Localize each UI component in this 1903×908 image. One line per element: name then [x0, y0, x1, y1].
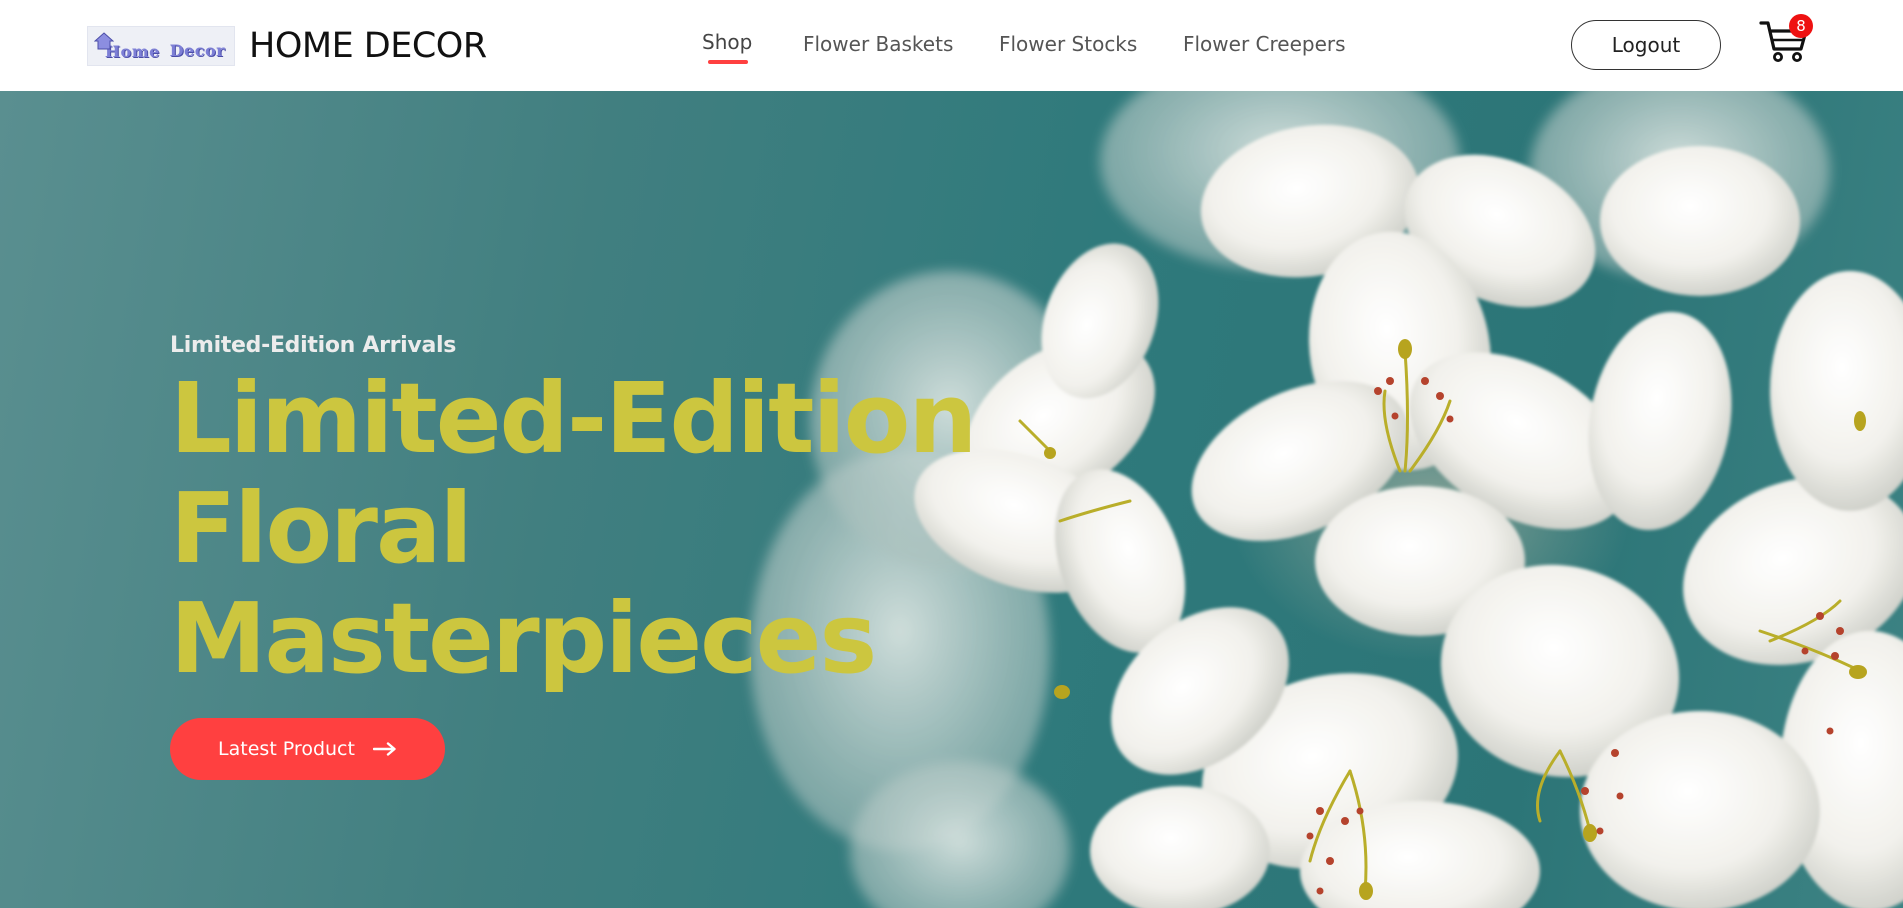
- arrow-right-icon: [372, 742, 396, 756]
- cta-label: Latest Product: [218, 738, 355, 760]
- nav-item-flower-stocks[interactable]: Flower Stocks: [999, 32, 1137, 56]
- hero-content: Limited-Edition Arrivals Limited-Edition…: [170, 333, 978, 695]
- logout-button[interactable]: Logout: [1571, 20, 1721, 70]
- headline-line: Masterpieces: [170, 582, 877, 695]
- nav-item-flower-creepers[interactable]: Flower Creepers: [1183, 32, 1346, 56]
- latest-product-button[interactable]: Latest Product: [170, 718, 445, 780]
- nav-item-flower-baskets[interactable]: Flower Baskets: [803, 32, 953, 56]
- site-header: Home Decor HOME DECOR Shop Flower Basket…: [0, 0, 1903, 91]
- nav-item-shop[interactable]: Shop: [702, 30, 752, 54]
- cart-count-badge: 8: [1789, 14, 1813, 38]
- headline-line: Limited-Edition: [170, 362, 978, 475]
- headline-line: Floral: [170, 472, 473, 585]
- hero-headline: Limited-Edition Floral Masterpieces: [170, 362, 978, 695]
- hero-banner: Limited-Edition Arrivals Limited-Edition…: [0, 91, 1903, 908]
- hero-eyebrow: Limited-Edition Arrivals: [170, 333, 457, 358]
- nav-active-indicator: [708, 60, 748, 64]
